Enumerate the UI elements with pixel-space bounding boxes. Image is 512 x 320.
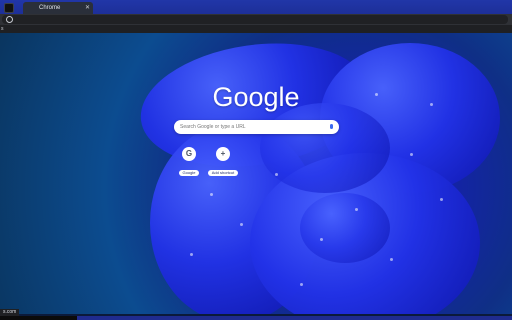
status-bar: s.com [0, 309, 20, 316]
water-drop [440, 198, 443, 201]
bookmarks-bar: s [0, 25, 512, 33]
water-drop [190, 253, 193, 256]
water-drop [355, 208, 358, 211]
google-logo: Google [212, 82, 300, 112]
water-drop [410, 153, 413, 156]
water-drop [240, 223, 243, 226]
tab-strip: Chrome ✕ [0, 0, 512, 14]
plus-icon: + [216, 147, 230, 161]
background-image [0, 33, 512, 314]
water-drop [210, 193, 213, 196]
rose-petal [300, 193, 390, 263]
mic-icon[interactable] [330, 124, 333, 129]
address-bar[interactable] [2, 15, 508, 24]
google-shortcut-icon: G [182, 147, 196, 161]
water-drop [390, 258, 393, 261]
water-drop [300, 283, 303, 286]
window-menu-icon[interactable] [4, 3, 14, 13]
search-placeholder: Search Google or type a URL [180, 124, 246, 130]
tab-chrome[interactable]: Chrome ✕ [23, 2, 93, 14]
toolbar [0, 14, 512, 25]
water-drop [275, 173, 278, 176]
shortcut-add[interactable]: + Add shortcut [201, 147, 245, 176]
shortcut-label: Google [178, 170, 200, 176]
tab-title: Chrome [39, 5, 61, 11]
shortcut-label: Add shortcut [207, 170, 239, 176]
bookmarks-text: s [1, 26, 4, 32]
search-box[interactable]: Search Google or type a URL [174, 120, 339, 134]
taskbar [0, 316, 512, 320]
search-icon [6, 16, 13, 23]
close-icon[interactable]: ✕ [85, 2, 90, 14]
water-drop [320, 238, 323, 241]
rose-petal [260, 103, 390, 193]
